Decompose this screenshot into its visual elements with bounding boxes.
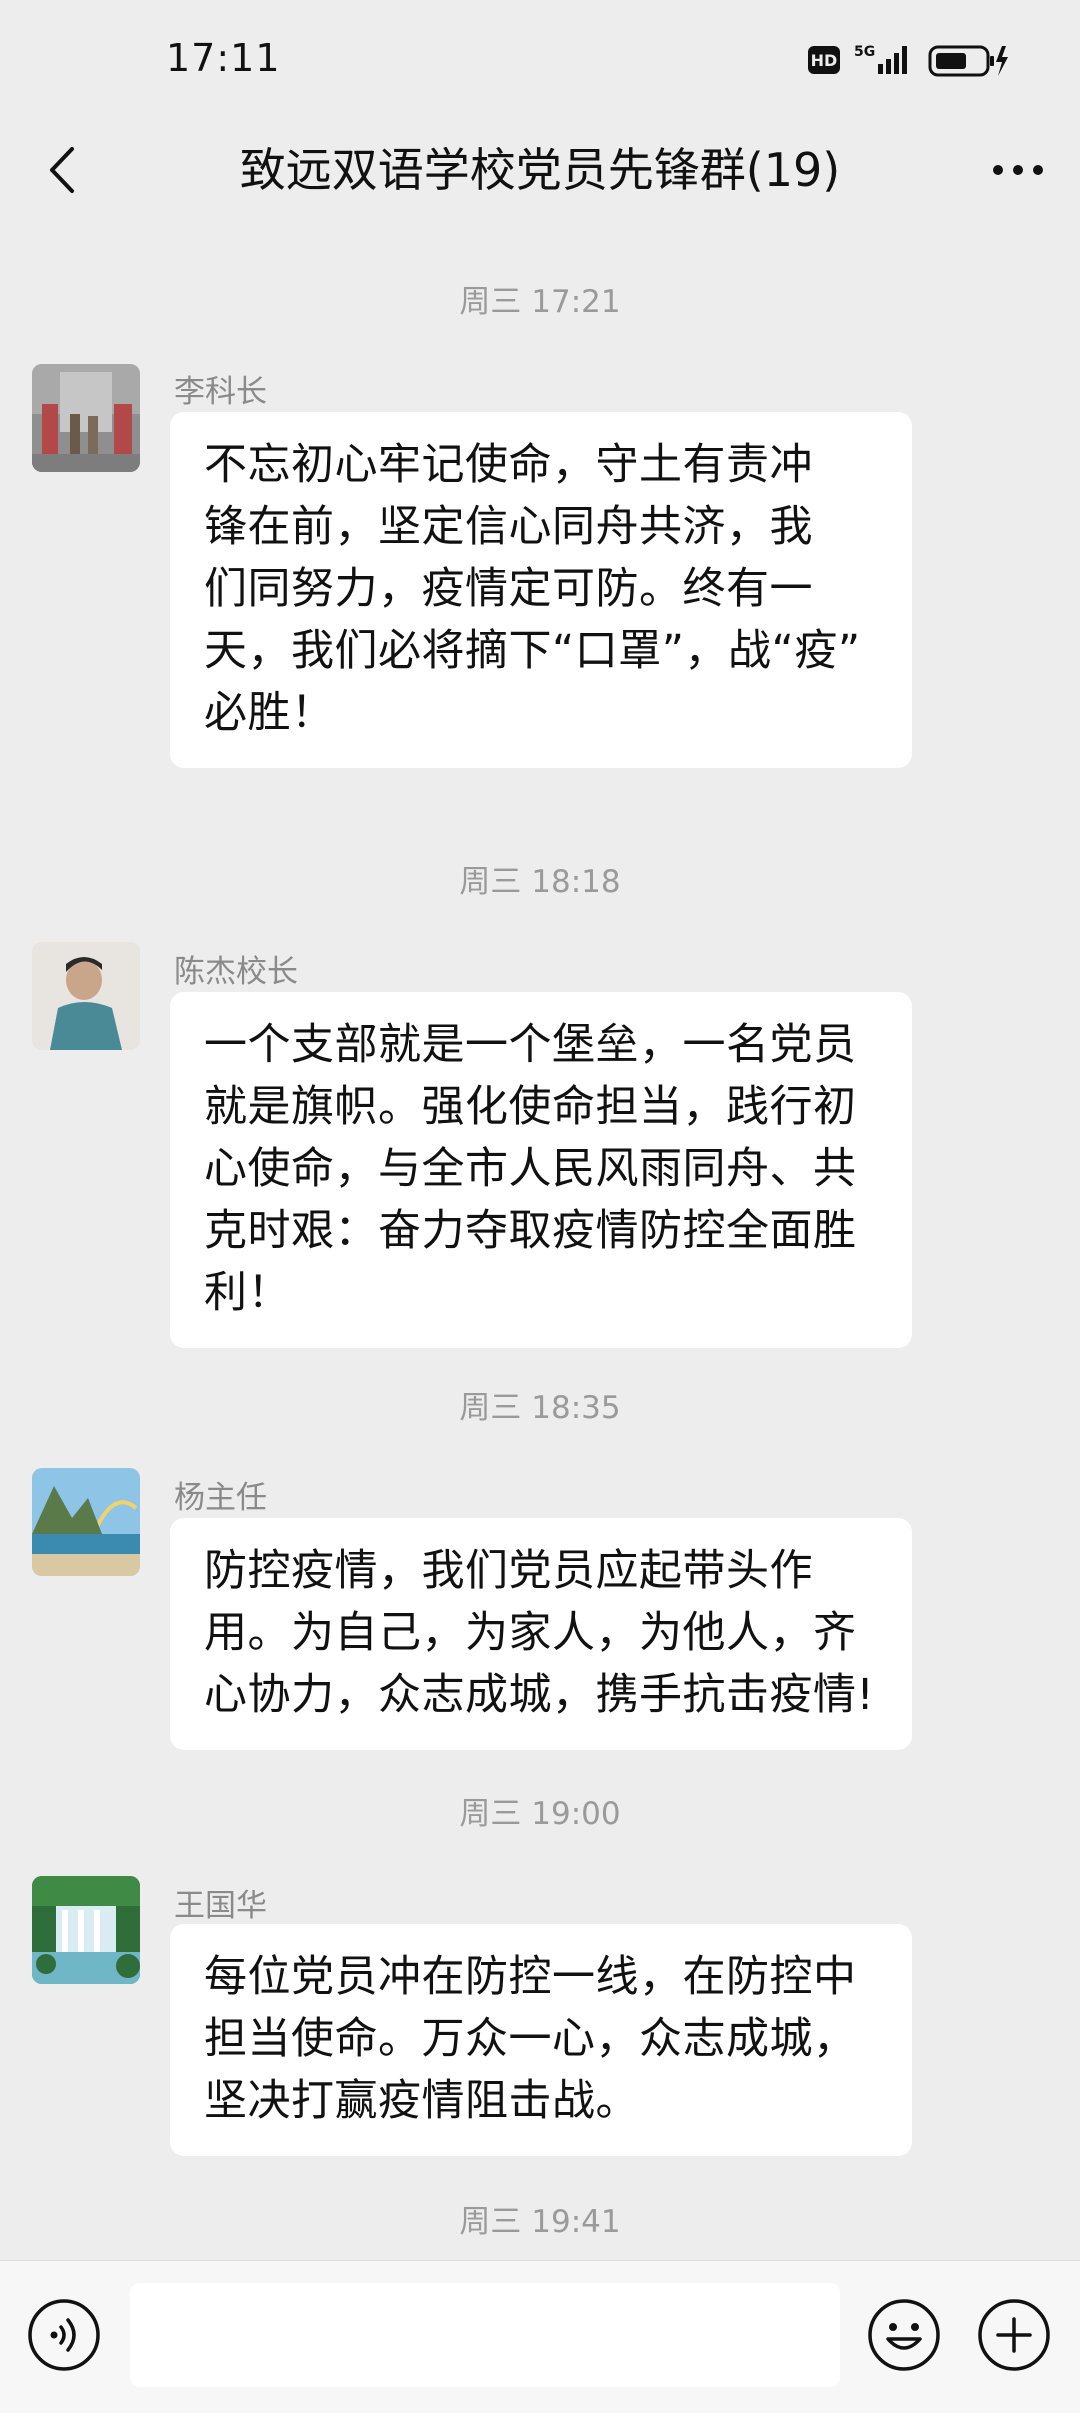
status-time: 17:11 [166,36,281,80]
voice-button[interactable] [26,2297,102,2373]
message-line: 担当使命。万众一心，众志成城， [204,2014,857,2064]
message-line: 们同努力，疫情定可防。终有一 [204,564,813,614]
message-line: 坚决打赢疫情阻击战。 [204,2076,639,2126]
message-input[interactable] [130,2283,840,2387]
message-line: 一个支部就是一个堡垒，一名党员 [204,1020,857,1070]
landscape-rainbow-avatar-icon [32,1468,140,1576]
message-timestamp: 周三 19:00 [459,1796,621,1832]
message-line: 防控疫情，我们党员应起带头作 [204,1546,813,1596]
status-bar: 17:11 HD 5G [0,0,1080,120]
battery-icon [928,45,1008,77]
sender-name: 王国华 [174,1888,267,1924]
message-line: 克时艰：奋力夺取疫情防控全面胜 [204,1206,857,1256]
photo-group-avatar-icon [32,364,140,472]
message-line: 就是旗帜。强化使命担当，践行初 [204,1082,857,1132]
message-line: 不忘初心牢记使命，守土有责冲 [204,440,813,490]
message-timestamp: 周三 17:21 [459,284,621,320]
svg-text:5G: 5G [854,44,875,60]
voice-icon [28,2299,100,2371]
input-bar [0,2260,1080,2413]
message-timestamp: 周三 18:35 [459,1390,621,1426]
plus-icon [978,2299,1050,2371]
avatar[interactable] [32,1876,140,1984]
more-dots-icon [993,165,1043,175]
message-bubble[interactable]: 每位党员冲在防控一线，在防控中 担当使命。万众一心，众志成城， 坚决打赢疫情阻击… [170,1924,912,2156]
message-bubble[interactable]: 防控疫情，我们党员应起带头作 用。为自己，为家人，为他人，齐 心协力，众志成城，… [170,1518,912,1750]
hd-badge: HD [808,46,840,74]
message-line: 用。为自己，为家人，为他人，齐 [204,1608,857,1658]
more-button[interactable] [986,138,1050,202]
avatar[interactable] [32,1468,140,1576]
chat-title: 致远双语学校党员先锋群(19) [239,143,841,197]
waterfall-avatar-icon [32,1876,140,1984]
message-timestamp: 周三 19:41 [459,2204,621,2240]
message-line: 心协力，众志成城，携手抗击疫情! [204,1670,875,1720]
message-bubble[interactable]: 不忘初心牢记使命，守土有责冲 锋在前，坚定信心同舟共济，我 们同努力，疫情定可防… [170,412,912,768]
sender-name: 陈杰校长 [174,954,298,990]
signal-5g-icon: 5G [854,44,907,74]
sender-name: 杨主任 [174,1480,267,1516]
message-line: 锋在前，坚定信心同舟共济，我 [204,502,813,552]
more-functions-button[interactable] [976,2297,1052,2373]
avatar[interactable] [32,942,140,1050]
sender-name: 李科长 [174,374,267,410]
person-avatar-icon [32,942,140,1050]
nav-bar: 致远双语学校党员先锋群(19) [0,120,1080,220]
message-line: 利！ [204,1268,291,1318]
emoji-icon [868,2299,940,2371]
message-line: 每位党员冲在防控一线，在防控中 [204,1952,857,2002]
emoji-button[interactable] [866,2297,942,2373]
message-line: 心使命，与全市人民风雨同舟、共 [204,1144,857,1194]
status-icons: HD 5G [808,40,1010,80]
message-line: 天，我们必将摘下“口罩”，战“疫” [204,626,861,676]
message-timestamp: 周三 18:18 [459,864,621,900]
message-bubble[interactable]: 一个支部就是一个堡垒，一名党员 就是旗帜。强化使命担当，践行初 心使命，与全市人… [170,992,912,1348]
message-line: 必胜！ [204,688,335,738]
avatar[interactable] [32,364,140,472]
